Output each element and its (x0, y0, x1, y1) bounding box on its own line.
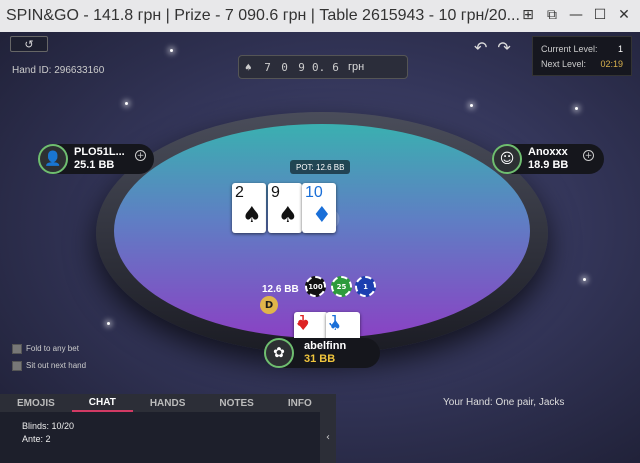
bet-amount: 12.6 BB (262, 284, 299, 295)
rebuy-controls: ↶ ↷ (474, 38, 511, 57)
prize-display: ♠ 7 0 9 0. 6 грн (238, 55, 408, 79)
prize-digit: 9 (298, 60, 305, 74)
tab-emojis[interactable]: EMOJIS (0, 394, 72, 412)
table-stage: ↺ Hand ID: 296633160 ↶ ↷ Current Level: 1… (0, 32, 640, 463)
prize-digit: 6 (332, 60, 339, 74)
card-rank: 9 (271, 184, 280, 201)
dealer-button: D (260, 296, 278, 314)
tab-notes[interactable]: NOTES (202, 394, 270, 412)
sit-out-label: Sit out next hand (26, 361, 87, 370)
collapse-panel-button[interactable]: ‹ (320, 412, 336, 463)
tab-hands[interactable]: HANDS (133, 394, 203, 412)
your-hand-label: Your Hand: (443, 397, 493, 408)
character-avatar-icon: ☺ (499, 151, 515, 167)
seat-left[interactable]: 👤 PLO51L... 25.1 BB + (38, 144, 154, 174)
maximize-icon[interactable]: ☐ (592, 6, 608, 24)
star-decoration (107, 322, 110, 325)
replay-button[interactable]: ↺ (10, 36, 48, 52)
board-card: 2 ♠ (232, 183, 266, 233)
restore-icon[interactable]: ⧉ (544, 6, 560, 24)
prize-digit: 7 (264, 60, 271, 74)
current-level-label: Current Level: (541, 43, 598, 54)
avatar: ☺ (492, 144, 522, 174)
chip-100: 100 (305, 276, 326, 297)
spade-icon: ♠ (245, 61, 252, 74)
card-rank: 2 (235, 184, 244, 201)
prize-digit: 0 (281, 60, 288, 74)
user-silhouette-icon: 👤 (44, 151, 62, 167)
minimize-icon[interactable]: — (568, 6, 584, 24)
avatar: ✿ (264, 338, 294, 368)
card-suit: ♠ (278, 203, 298, 228)
undo-icon[interactable]: ↶ (474, 38, 487, 57)
prize-digit: 0. (312, 60, 326, 74)
chat-line: Ante: 2 (22, 434, 51, 444)
chip-1: 1 (355, 276, 376, 297)
card-suit: ♠ (329, 318, 342, 334)
player-stack: 18.9 BB (528, 159, 569, 171)
your-hand-value: One pair, Jacks (495, 397, 565, 408)
bottom-tabs: EMOJIS CHAT HANDS NOTES INFO (0, 394, 336, 412)
title-bar: SPIN&GO - 141.8 грн | Prize - 7 090.6 гр… (0, 0, 640, 32)
tab-info[interactable]: INFO (271, 394, 329, 412)
grid-icon[interactable]: ⊞ (520, 6, 536, 24)
board-card: 9 ♠ (268, 183, 302, 233)
fold-to-any-bet-label: Fold to any bet (26, 344, 79, 353)
chip-25: 25 (331, 276, 352, 297)
current-level-value: 1 (617, 43, 623, 54)
card-rank: 10 (305, 184, 323, 201)
pot-label: POT: 12.6 BB (290, 160, 351, 174)
redo-icon[interactable]: ↷ (497, 38, 510, 57)
player-stack: 31 BB (304, 353, 336, 365)
pre-action-options: Fold to any bet Sit out next hand (12, 340, 86, 374)
chevron-left-icon: ‹ (326, 432, 330, 443)
seat-right[interactable]: ☺ Anoxxx 18.9 BB + (492, 144, 604, 174)
card-suit: ♥ (297, 318, 310, 334)
window-controls: ⊞ ⧉ — ☐ ✕ (520, 6, 632, 24)
checkbox-box[interactable] (12, 343, 22, 354)
window-title: SPIN&GO - 141.8 грн | Prize - 7 090.6 гр… (6, 7, 520, 24)
player-name: abelfinn (304, 340, 347, 352)
add-note-icon[interactable]: + (583, 150, 594, 161)
checkbox-box[interactable] (12, 360, 22, 371)
card-suit: ♠ (242, 203, 262, 228)
replay-icon: ↺ (24, 37, 34, 51)
card-suit: ♦ (312, 203, 332, 228)
seat-hero[interactable]: ✿ abelfinn 31 BB (264, 338, 380, 368)
close-icon[interactable]: ✕ (616, 6, 632, 24)
star-decoration (470, 104, 473, 107)
next-level-timer: 02:19 (600, 58, 623, 69)
level-info: Current Level: 1 Next Level: 02:19 (532, 36, 632, 76)
sit-out-checkbox[interactable]: Sit out next hand (12, 357, 86, 374)
prize-currency: грн (348, 61, 365, 73)
chat-line: Blinds: 10/20 (22, 421, 75, 431)
tab-chat[interactable]: CHAT (71, 394, 133, 412)
chat-panel: Blinds: 10/20 Ante: 2 (0, 412, 320, 463)
star-decoration (125, 102, 128, 105)
next-level-label: Next Level: (541, 58, 587, 69)
player-name: Anoxxx (528, 146, 568, 158)
board-card: 10 ♦ (302, 183, 336, 233)
star-decoration (170, 49, 173, 52)
star-decoration (583, 278, 586, 281)
hand-id: Hand ID: 296633160 (12, 65, 105, 76)
player-name: PLO51L... (74, 146, 125, 158)
add-note-icon[interactable]: + (135, 150, 146, 161)
player-stack: 25.1 BB (74, 159, 115, 171)
character-avatar-icon: ✿ (273, 345, 285, 361)
avatar: 👤 (38, 144, 68, 174)
fold-to-any-bet-checkbox[interactable]: Fold to any bet (12, 340, 86, 357)
star-decoration (575, 107, 578, 110)
your-hand-info: Your Hand: One pair, Jacks (443, 397, 564, 408)
